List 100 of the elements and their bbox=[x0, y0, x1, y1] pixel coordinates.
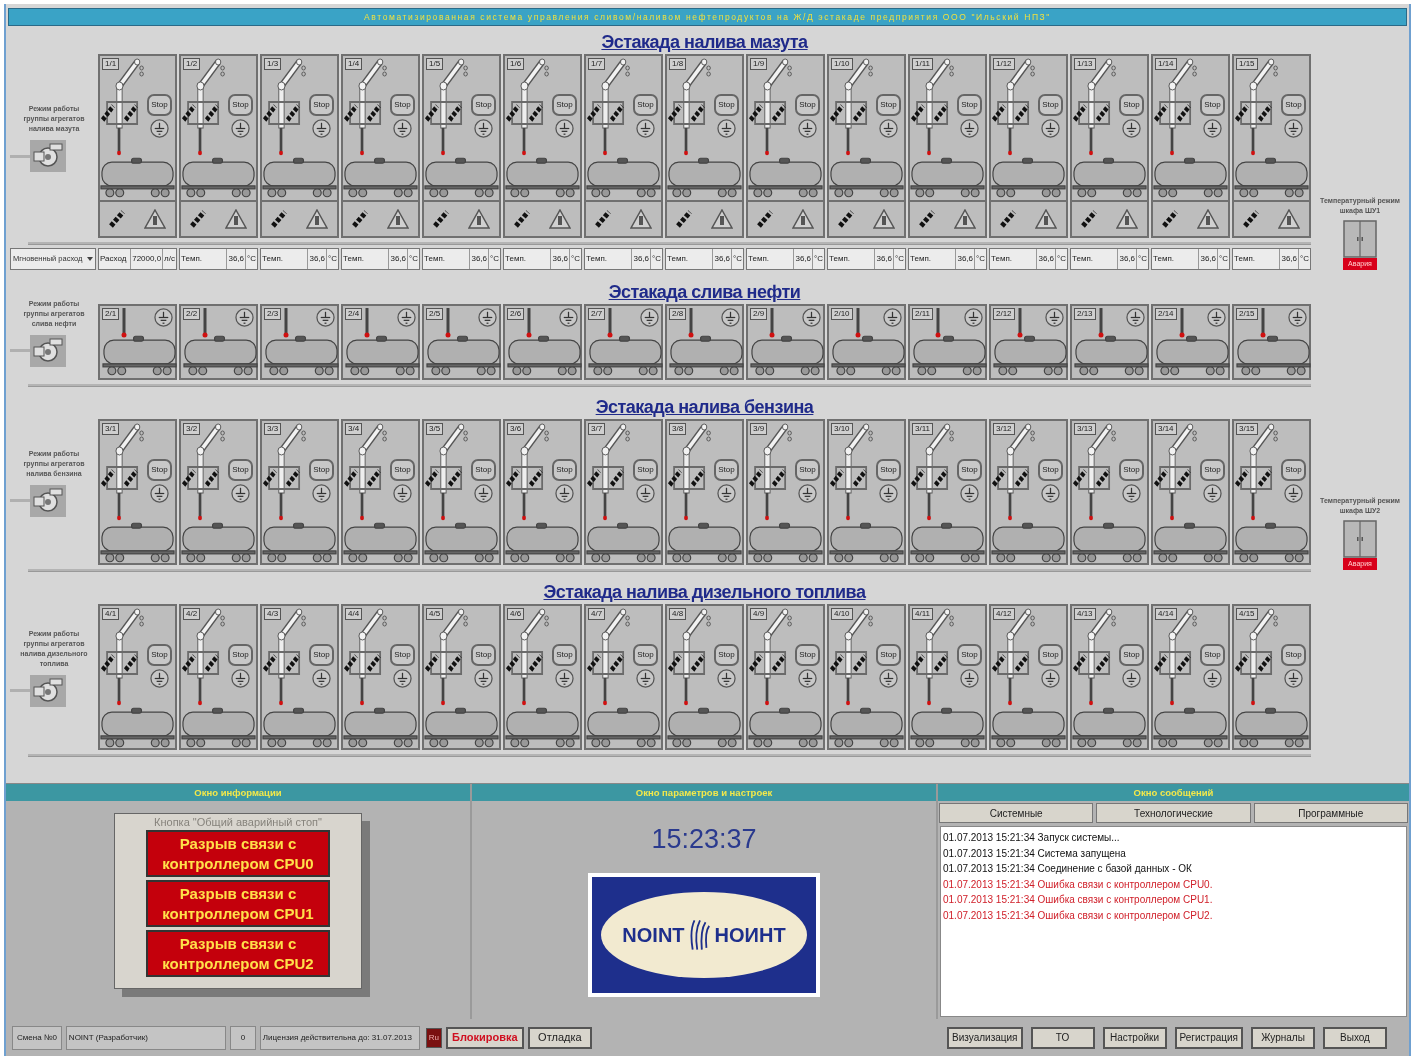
stop-button[interactable]: Stop bbox=[876, 459, 901, 481]
stop-button[interactable]: Stop bbox=[1281, 459, 1306, 481]
valve-icon bbox=[109, 210, 126, 228]
message-tab[interactable]: Технологические bbox=[1096, 803, 1251, 823]
alarm-message: Разрыв связи с контроллером CPU0 bbox=[146, 830, 330, 877]
stop-button[interactable]: Stop bbox=[228, 94, 253, 116]
reading-label: Темп. bbox=[342, 249, 390, 269]
reading-value: 36,6 bbox=[794, 249, 813, 269]
ground-icon bbox=[555, 669, 574, 688]
bay-number: 2/4 bbox=[345, 308, 363, 320]
stop-button[interactable]: Stop bbox=[633, 459, 658, 481]
logo-text: НОИНТ bbox=[714, 923, 786, 948]
status-button[interactable]: Блокировка bbox=[445, 1026, 524, 1049]
stop-button[interactable]: Stop bbox=[309, 644, 334, 666]
valve-icon bbox=[514, 210, 531, 228]
nav-button[interactable]: Журналы bbox=[1251, 1026, 1315, 1049]
stop-button[interactable]: Stop bbox=[471, 94, 496, 116]
stop-button[interactable]: Stop bbox=[552, 644, 577, 666]
bay-number: 3/2 bbox=[183, 423, 201, 435]
stop-button[interactable]: Stop bbox=[795, 644, 820, 666]
nav-button[interactable]: Настройки bbox=[1102, 1026, 1167, 1049]
language-indicator[interactable]: Ru bbox=[425, 1027, 442, 1048]
user-field: NOINT (Разработчик) bbox=[65, 1025, 226, 1050]
stop-button[interactable]: Stop bbox=[471, 459, 496, 481]
stop-button[interactable]: Stop bbox=[633, 94, 658, 116]
nav-button[interactable]: Выход bbox=[1323, 1026, 1387, 1049]
stop-button[interactable]: Stop bbox=[1038, 459, 1063, 481]
reading-label: Темп. bbox=[1071, 249, 1119, 269]
stop-button[interactable]: Stop bbox=[309, 94, 334, 116]
stop-button[interactable]: Stop bbox=[876, 644, 901, 666]
nav-button[interactable]: Регистрация bbox=[1174, 1026, 1243, 1049]
stop-button[interactable]: Stop bbox=[147, 94, 172, 116]
stop-button[interactable]: Stop bbox=[228, 644, 253, 666]
valve-icon bbox=[676, 210, 693, 228]
ground-icon bbox=[1203, 119, 1222, 138]
ground-icon bbox=[964, 308, 983, 327]
stop-button[interactable]: Stop bbox=[1200, 94, 1225, 116]
stop-button[interactable]: Stop bbox=[957, 459, 982, 481]
stop-button[interactable]: Stop bbox=[552, 94, 577, 116]
ground-icon bbox=[1203, 484, 1222, 503]
bay-number: 1/6 bbox=[507, 58, 525, 70]
stop-button[interactable]: Stop bbox=[1119, 94, 1144, 116]
ground-icon bbox=[1045, 308, 1064, 327]
valve-icon bbox=[271, 210, 288, 228]
stop-button[interactable]: Stop bbox=[957, 94, 982, 116]
bay-number: 3/14 bbox=[1155, 423, 1177, 435]
message-tab[interactable]: Системные bbox=[939, 803, 1094, 823]
stop-button[interactable]: Stop bbox=[876, 94, 901, 116]
bay-number: 4/12 bbox=[993, 608, 1015, 620]
stop-button[interactable]: Stop bbox=[714, 644, 739, 666]
stop-button[interactable]: Stop bbox=[1200, 644, 1225, 666]
stop-button[interactable]: Stop bbox=[1281, 644, 1306, 666]
bay-number: 3/6 bbox=[507, 423, 525, 435]
stop-button[interactable]: Stop bbox=[1281, 94, 1306, 116]
reading-unit: °C bbox=[570, 253, 581, 265]
stop-button[interactable]: Stop bbox=[1038, 644, 1063, 666]
stop-button[interactable]: Stop bbox=[390, 459, 415, 481]
status-button[interactable]: Отладка bbox=[527, 1026, 592, 1049]
valve-icon bbox=[595, 210, 612, 228]
stop-button[interactable]: Stop bbox=[714, 459, 739, 481]
stop-button[interactable]: Stop bbox=[147, 644, 172, 666]
bay-number: 1/2 bbox=[183, 58, 201, 70]
reading-unit: °C bbox=[246, 253, 257, 265]
panel-header: Окно информации bbox=[6, 784, 470, 801]
log-message: 01.07.2013 15:21:34 Ошибка связи с контроллером CPU0. bbox=[943, 877, 1214, 892]
bay-number: 2/3 bbox=[264, 308, 282, 320]
ground-icon bbox=[559, 308, 578, 327]
stop-button[interactable]: Stop bbox=[147, 459, 172, 481]
counter-field: 0 bbox=[229, 1025, 256, 1050]
stop-button[interactable]: Stop bbox=[633, 644, 658, 666]
stop-button[interactable]: Stop bbox=[228, 459, 253, 481]
ground-icon bbox=[1122, 119, 1141, 138]
reading-label: Темп. bbox=[1233, 249, 1281, 269]
stop-button[interactable]: Stop bbox=[1200, 459, 1225, 481]
thermometer-icon bbox=[526, 308, 533, 338]
stop-button[interactable]: Stop bbox=[1038, 94, 1063, 116]
reading-value: 36,6 bbox=[956, 249, 975, 269]
section-title: Эстакада слива нефти bbox=[608, 282, 801, 302]
stop-button[interactable]: Stop bbox=[957, 644, 982, 666]
message-tab[interactable]: Программные bbox=[1253, 803, 1408, 823]
stop-button[interactable]: Stop bbox=[795, 459, 820, 481]
section-title: Эстакада налива бензина bbox=[595, 397, 814, 417]
stop-button[interactable]: Stop bbox=[471, 644, 496, 666]
stop-button[interactable]: Stop bbox=[795, 94, 820, 116]
nav-button[interactable]: Визуализация bbox=[947, 1026, 1023, 1049]
stop-button[interactable]: Stop bbox=[309, 459, 334, 481]
nav-button[interactable]: ТО bbox=[1030, 1026, 1095, 1049]
reading-label: Темп. bbox=[1152, 249, 1200, 269]
thermometer-icon bbox=[1259, 308, 1266, 338]
bay-number: 2/11 bbox=[912, 308, 933, 320]
stop-button[interactable]: Stop bbox=[390, 644, 415, 666]
bay-number: 2/5 bbox=[426, 308, 444, 320]
stop-button[interactable]: Stop bbox=[1119, 459, 1144, 481]
stop-button[interactable]: Stop bbox=[552, 459, 577, 481]
warning-icon bbox=[872, 209, 895, 229]
stop-button[interactable]: Stop bbox=[390, 94, 415, 116]
stop-button[interactable]: Stop bbox=[714, 94, 739, 116]
ground-icon bbox=[1203, 669, 1222, 688]
stop-button[interactable]: Stop bbox=[1119, 644, 1144, 666]
bay-number: 1/13 bbox=[1074, 58, 1096, 70]
